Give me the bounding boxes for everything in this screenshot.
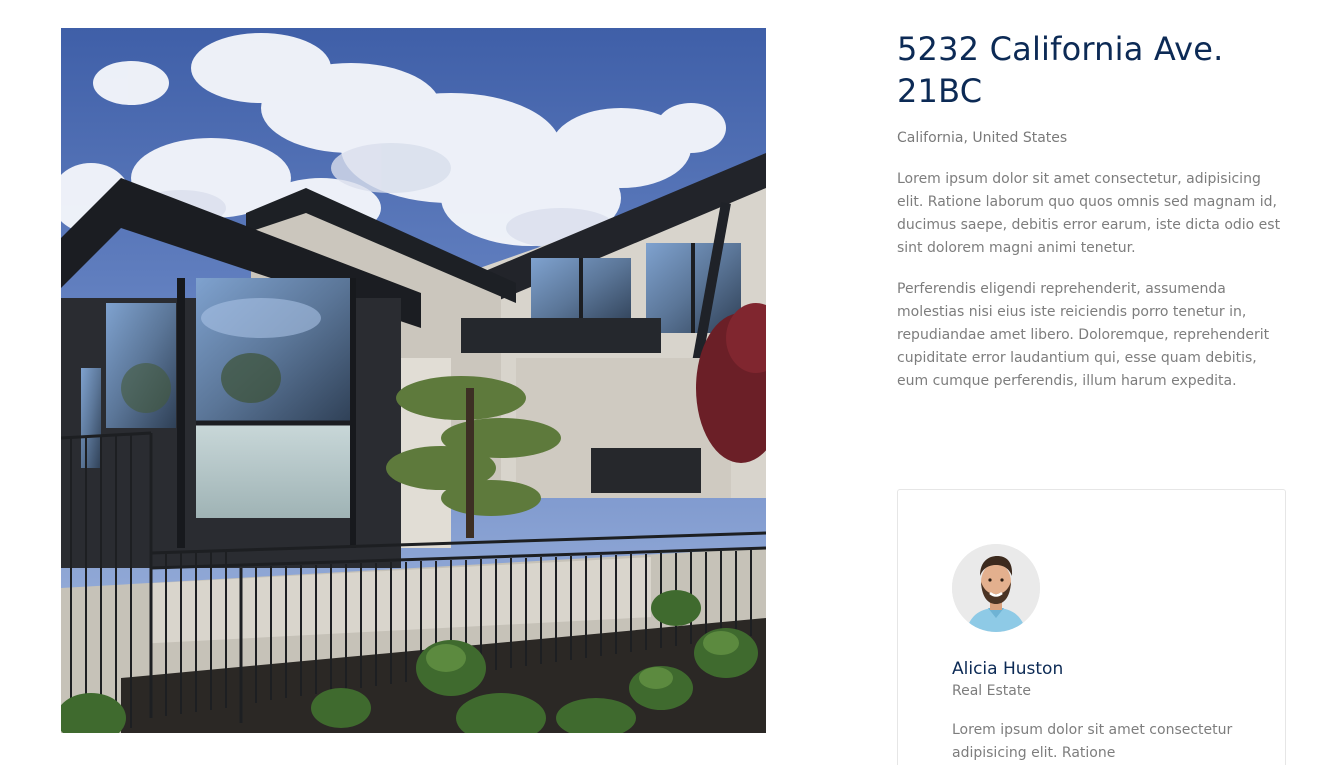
avatar: [952, 544, 1040, 632]
agent-name: Alicia Huston: [952, 659, 1064, 679]
property-description-1: Lorem ipsum dolor sit amet consectetur, …: [897, 171, 1281, 256]
property-description-2: Perferendis eligendi reprehenderit, assu…: [897, 281, 1270, 389]
property-location: California, United States: [897, 130, 1068, 146]
property-title: 5232 California Ave. 21BC: [897, 30, 1224, 110]
agent-bio: Lorem ipsum dolor sit amet consectetur a…: [952, 722, 1233, 761]
property-info: 5232 California Ave. 21BC California, Un…: [897, 28, 1292, 393]
modern-house-photo: [61, 28, 766, 733]
agent-card: Alicia Huston Real Estate Lorem ipsum do…: [897, 489, 1286, 765]
property-photo: [61, 28, 766, 733]
agent-avatar-photo: [952, 544, 1040, 632]
agent-role: Real Estate: [952, 683, 1031, 699]
property-detail-page: 5232 California Ave. 21BC California, Un…: [0, 0, 1344, 765]
